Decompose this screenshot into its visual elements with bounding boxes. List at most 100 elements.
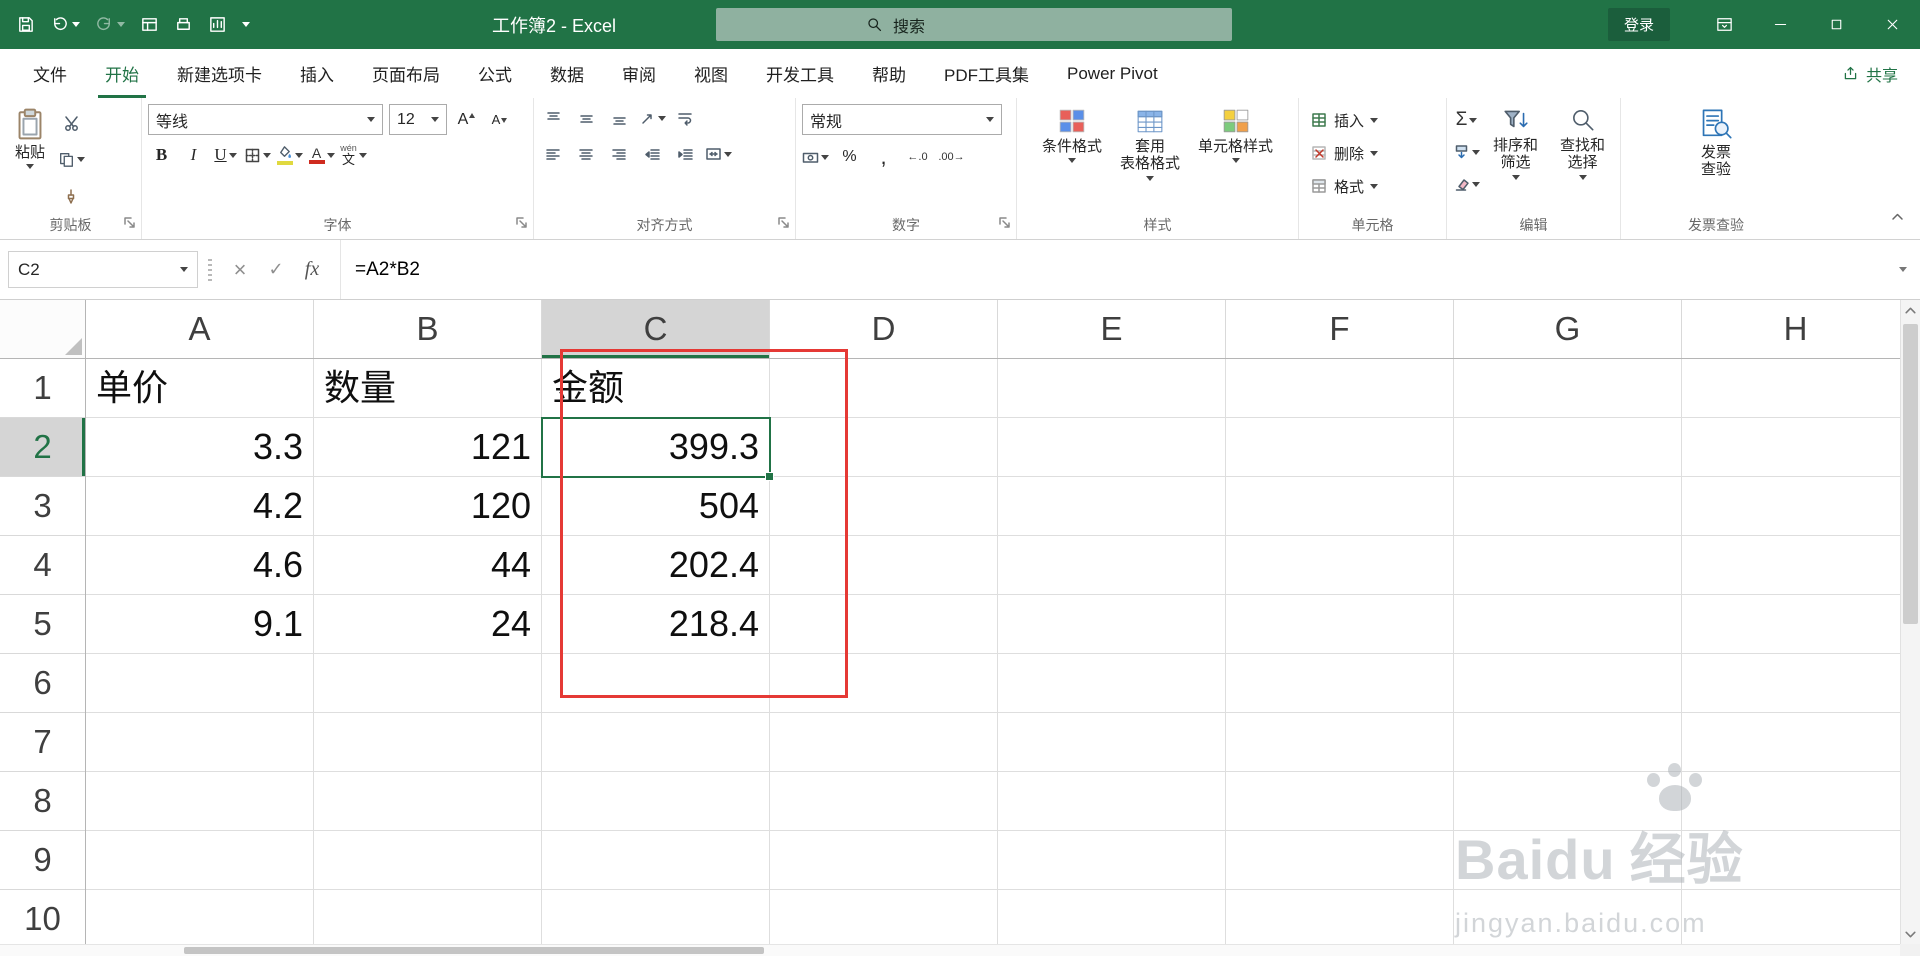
increase-font-size-button[interactable]: A (453, 106, 480, 134)
cell-F3[interactable] (1226, 477, 1454, 536)
cell-G3[interactable] (1454, 477, 1682, 536)
redo-icon[interactable] (95, 15, 125, 34)
horizontal-scrollbar[interactable] (0, 944, 1900, 956)
horizontal-scrollbar-thumb[interactable] (184, 947, 764, 954)
cell-F5[interactable] (1226, 595, 1454, 654)
fill-button[interactable] (1453, 138, 1480, 166)
cell-D6[interactable] (770, 654, 998, 713)
tab-PDF工具集[interactable]: PDF工具集 (925, 49, 1048, 98)
cell-H8[interactable] (1682, 772, 1900, 831)
cell-F10[interactable] (1226, 890, 1454, 944)
scroll-down-icon[interactable] (1901, 924, 1920, 944)
column-header-G[interactable]: G (1454, 300, 1682, 358)
cell-E1[interactable] (998, 359, 1226, 418)
cell-C8[interactable] (542, 772, 770, 831)
column-header-H[interactable]: H (1682, 300, 1900, 358)
row-header-6[interactable]: 6 (0, 654, 85, 713)
cell-H1[interactable] (1682, 359, 1900, 418)
close-button[interactable] (1864, 0, 1920, 49)
cell-E5[interactable] (998, 595, 1226, 654)
clear-button[interactable] (1453, 170, 1480, 198)
cell-E3[interactable] (998, 477, 1226, 536)
cell-C10[interactable] (542, 890, 770, 944)
format-painter-button[interactable] (58, 182, 85, 210)
fill-handle[interactable] (765, 472, 774, 481)
cell-F9[interactable] (1226, 831, 1454, 890)
customize-quick-access-icon[interactable] (242, 22, 250, 27)
decrease-decimal-button[interactable]: .00→ (938, 143, 965, 171)
cell-B2[interactable]: 121 (314, 418, 542, 477)
cell-D8[interactable] (770, 772, 998, 831)
tab-开始[interactable]: 开始 (86, 49, 158, 98)
insert-function-button[interactable]: fx (294, 258, 330, 281)
cell-C9[interactable] (542, 831, 770, 890)
cancel-button[interactable]: × (222, 257, 258, 283)
cell-F7[interactable] (1226, 713, 1454, 772)
share-button[interactable]: 共享 (1842, 49, 1898, 98)
cell-C6[interactable] (542, 654, 770, 713)
invoice-check-button[interactable]: 发票 查验 (1692, 104, 1740, 182)
tab-公式[interactable]: 公式 (459, 49, 531, 98)
cell-A9[interactable] (86, 831, 314, 890)
ribbon-display-options-icon[interactable] (1696, 0, 1752, 49)
tab-插入[interactable]: 插入 (281, 49, 353, 98)
column-header-F[interactable]: F (1226, 300, 1454, 358)
cell-E7[interactable] (998, 713, 1226, 772)
cell-F6[interactable] (1226, 654, 1454, 713)
column-header-A[interactable]: A (86, 300, 314, 358)
cell-G7[interactable] (1454, 713, 1682, 772)
cell-H7[interactable] (1682, 713, 1900, 772)
find-select-button[interactable]: 查找和选择 (1551, 104, 1614, 182)
login-button[interactable]: 登录 (1607, 8, 1670, 41)
row-header-10[interactable]: 10 (0, 890, 85, 944)
cell-B5[interactable]: 24 (314, 595, 542, 654)
cell-G2[interactable] (1454, 418, 1682, 477)
cell-D4[interactable] (770, 536, 998, 595)
cell-H10[interactable] (1682, 890, 1900, 944)
insert-cells-button[interactable]: 插入 (1305, 106, 1440, 134)
cell-B8[interactable] (314, 772, 542, 831)
formula-input[interactable]: =A2*B2 (340, 240, 1886, 299)
select-all-corner[interactable] (0, 300, 86, 359)
cell-E4[interactable] (998, 536, 1226, 595)
align-middle-button[interactable] (573, 104, 600, 132)
conditional-formatting-button[interactable]: 条件格式 (1035, 104, 1109, 166)
cell-H4[interactable] (1682, 536, 1900, 595)
quick-access-icon-2[interactable] (174, 15, 193, 34)
collapse-ribbon-icon[interactable] (1889, 209, 1906, 231)
format-as-table-button[interactable]: 套用 表格格式 (1113, 104, 1187, 184)
tab-视图[interactable]: 视图 (675, 49, 747, 98)
tab-开发工具[interactable]: 开发工具 (747, 49, 853, 98)
phonetic-guide-button[interactable]: wén 文 (340, 141, 367, 169)
bold-button[interactable]: B (148, 141, 175, 169)
row-header-5[interactable]: 5 (0, 595, 85, 654)
cell-F2[interactable] (1226, 418, 1454, 477)
borders-button[interactable] (244, 141, 271, 169)
cell-B10[interactable] (314, 890, 542, 944)
row-header-7[interactable]: 7 (0, 713, 85, 772)
decrease-indent-button[interactable] (639, 140, 666, 168)
font-size-combo[interactable]: 12 (389, 104, 447, 135)
wrap-text-button[interactable] (672, 104, 699, 132)
increase-decimal-button[interactable]: ←.0 (904, 143, 931, 171)
row-header-8[interactable]: 8 (0, 772, 85, 831)
column-header-D[interactable]: D (770, 300, 998, 358)
decrease-font-size-button[interactable]: A (486, 106, 513, 134)
cell-A3[interactable]: 4.2 (86, 477, 314, 536)
number-format-combo[interactable]: 常规 (802, 104, 1002, 135)
sort-filter-button[interactable]: 排序和筛选 (1484, 104, 1547, 182)
cell-G5[interactable] (1454, 595, 1682, 654)
row-header-9[interactable]: 9 (0, 831, 85, 890)
cell-D5[interactable] (770, 595, 998, 654)
copy-button[interactable] (58, 145, 85, 173)
vertical-scrollbar[interactable] (1900, 300, 1920, 944)
cell-D10[interactable] (770, 890, 998, 944)
undo-icon[interactable] (50, 15, 80, 34)
vertical-scrollbar-thumb[interactable] (1903, 324, 1918, 624)
cell-H3[interactable] (1682, 477, 1900, 536)
tab-审阅[interactable]: 审阅 (603, 49, 675, 98)
cell-styles-button[interactable]: 单元格样式 (1191, 104, 1280, 166)
enter-button[interactable]: ✓ (258, 259, 294, 280)
cell-C2[interactable]: 399.3 (542, 418, 770, 477)
cell-H5[interactable] (1682, 595, 1900, 654)
